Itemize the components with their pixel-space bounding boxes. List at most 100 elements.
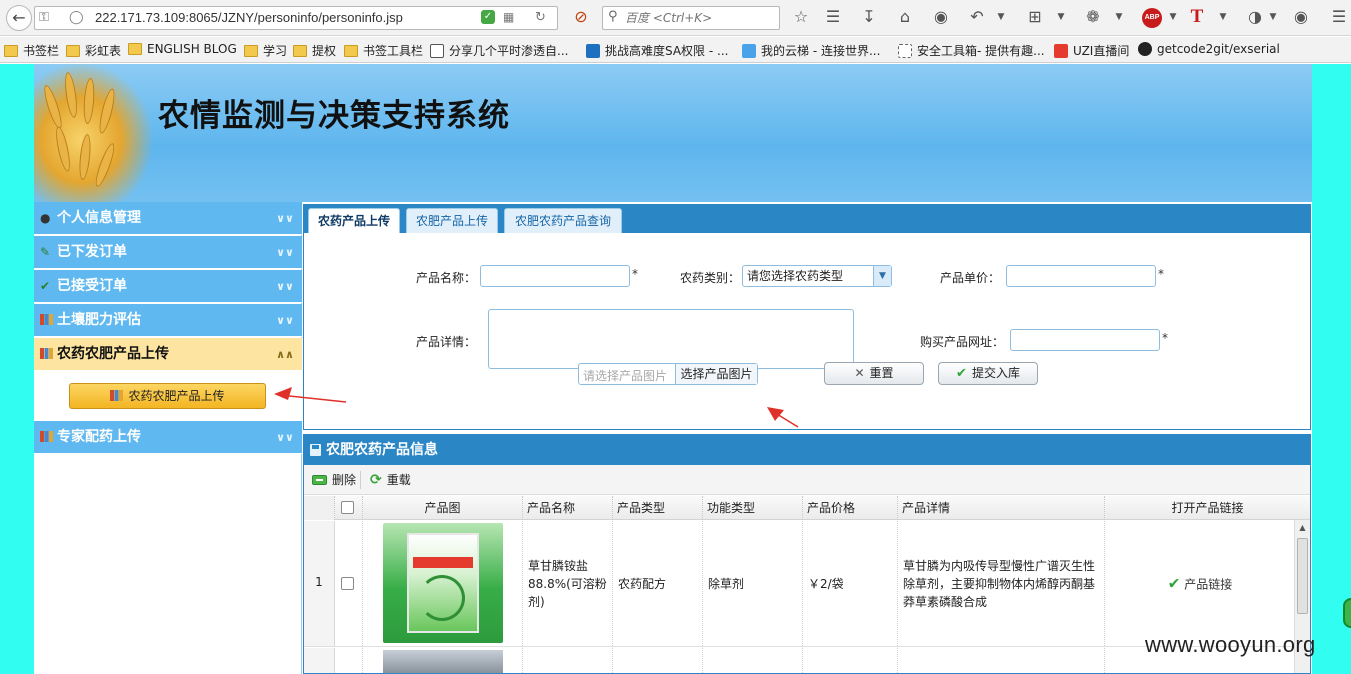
header-function-type[interactable]: 功能类型 (703, 496, 803, 520)
text-tool-icon[interactable]: T (1186, 6, 1208, 28)
chevron-down-icon[interactable]: ▼ (1212, 6, 1234, 28)
bookmark-folder[interactable]: 提权 (293, 42, 336, 59)
submit-button[interactable]: ✔ 提交入库 (938, 362, 1038, 385)
chevron-down-icon[interactable]: ▼ (1108, 6, 1130, 28)
function-type-cell: 除草剂 (703, 521, 803, 646)
sidebar-item-sent-orders[interactable]: ✎ 已下发订单 ∨∨ (34, 236, 302, 269)
reload-button[interactable]: ⟳ 重载 (370, 471, 411, 488)
tab-pesticide-upload[interactable]: 农药产品上传 (308, 208, 400, 233)
side-widget[interactable] (1343, 598, 1351, 628)
bookmark-link[interactable]: 挑战高难度SA权限 - ... (586, 42, 728, 59)
header-product-image[interactable]: 产品图 (363, 496, 523, 520)
bookmark-link[interactable]: 安全工具箱- 提供有趣... (898, 42, 1045, 59)
folder-icon (293, 44, 307, 57)
bookmarks-bar: 书签栏 彩虹表 ENGLISH BLOG 学习 提权 书签工具栏 分享几个平时渗… (0, 37, 1351, 63)
chevron-down-icon: ∨∨ (276, 314, 294, 327)
chevron-down-icon[interactable]: ▼ (1050, 6, 1072, 28)
upload-form-panel: 农药产品上传 农肥产品上传 农肥农药产品查询 产品名称： * 农药类别： 请您选… (303, 204, 1311, 430)
star-icon[interactable]: ☆ (790, 6, 812, 28)
bookmark-link[interactable]: 分享几个平时渗透自... (430, 42, 568, 59)
bar-chart-icon (40, 421, 54, 454)
download-icon[interactable]: ↧ (858, 6, 880, 28)
search-bar[interactable]: ⚲ (602, 6, 780, 30)
scroll-thumb[interactable] (1297, 538, 1308, 614)
shield-icon[interactable]: ✓ (481, 10, 495, 24)
header-rownum (304, 496, 335, 520)
folder-icon (66, 44, 80, 57)
header-product-price[interactable]: 产品价格 (803, 496, 898, 520)
menu-icon[interactable]: ☰ (1328, 6, 1350, 28)
reading-list-icon[interactable]: ☰ (822, 6, 844, 28)
choose-image-button[interactable]: 选择产品图片 (675, 364, 757, 384)
live-icon (1054, 43, 1068, 58)
home-icon[interactable]: ⌂ (894, 6, 916, 28)
header-product-detail[interactable]: 产品详情 (898, 496, 1105, 520)
purchase-url-input[interactable] (1010, 329, 1160, 351)
bookmark-link[interactable]: getcode2git/exserial (1138, 42, 1280, 56)
row-select-cell (335, 648, 363, 673)
bug-icon[interactable]: ❁ (1082, 6, 1104, 28)
user-icon: ● (40, 211, 51, 225)
table-row[interactable]: 1 草甘膦铵盐88.8%(可溶粉剂) 农药配方 除草剂 ￥2/袋 草甘膦为内吸传… (304, 521, 1294, 647)
category-select[interactable]: 请您选择农药类型 ▼ (742, 265, 892, 287)
sidebar-item-product-upload[interactable]: 农药农肥产品上传 ∧∧ (34, 338, 302, 371)
qrcode-icon[interactable]: ▦ (503, 10, 514, 24)
purchase-url-label: 购买产品网址： (919, 335, 1004, 349)
speech-bubble-icon[interactable]: ◉ (1290, 6, 1312, 28)
bookmark-folder[interactable]: 书签栏 (4, 42, 59, 59)
bar-chart-icon (40, 304, 54, 337)
tab-product-query[interactable]: 农肥农药产品查询 (504, 208, 622, 233)
grid-header: 产品图 产品名称 产品类型 功能类型 产品价格 产品详情 打开产品链接 (304, 496, 1310, 520)
sidebar-subpanel: 农药农肥产品上传 (34, 371, 302, 421)
row-checkbox[interactable] (341, 577, 354, 590)
product-name-cell: 草甘膦铵盐88.8%(可溶粉剂) (523, 521, 613, 646)
bookmark-link[interactable]: UZI直播间 (1054, 42, 1129, 59)
sidebar-item-received-orders[interactable]: ✔ 已接受订单 ∨∨ (34, 270, 302, 303)
tab-fertilizer-upload[interactable]: 农肥产品上传 (406, 208, 498, 233)
folder-icon (4, 44, 18, 57)
product-name-input[interactable] (480, 265, 630, 287)
chevron-down-icon[interactable]: ▼ (990, 6, 1012, 28)
product-detail-textarea[interactable] (488, 309, 854, 369)
back-button[interactable]: ← (6, 5, 32, 31)
bookmark-folder[interactable]: 学习 (244, 42, 287, 59)
image-file-picker[interactable]: 请选择产品图片 选择产品图片 (578, 363, 758, 385)
sidebar-item-personal-info[interactable]: ● 个人信息管理 ∨∨ (34, 202, 302, 235)
sidebar-item-soil-assessment[interactable]: 土壤肥力评估 ∨∨ (34, 304, 302, 337)
product-link-cell: ✔ 产品链接 (1105, 521, 1294, 646)
undo-icon[interactable]: ↶ (966, 6, 988, 28)
header-product-type[interactable]: 产品类型 (613, 496, 703, 520)
url-bar[interactable]: ⚿ ◯ 222.171.73.109:8065/JZNY/personinfo/… (34, 6, 558, 30)
select-all-checkbox[interactable] (341, 501, 354, 514)
product-link[interactable]: ✔ 产品链接 (1110, 574, 1290, 593)
header-select-all (335, 496, 363, 520)
block-icon[interactable]: ⊘ (570, 6, 592, 28)
header-product-link[interactable]: 打开产品链接 (1105, 496, 1310, 520)
header-product-name[interactable]: 产品名称 (523, 496, 613, 520)
sidebar-item-expert-upload[interactable]: 专家配药上传 ∨∨ (34, 421, 302, 454)
chevron-down-icon[interactable]: ▼ (1262, 6, 1284, 28)
crop-icon[interactable]: ⊞ (1024, 6, 1046, 28)
product-name-label: 产品名称： (415, 271, 476, 285)
check-icon: ✔ (956, 366, 967, 381)
scroll-up-icon[interactable]: ▲ (1295, 520, 1310, 536)
product-type-cell: 农药配方 (613, 521, 703, 646)
reset-button[interactable]: ✕ 重置 (824, 362, 924, 385)
bookmark-folder[interactable]: 书签工具栏 (344, 42, 423, 59)
chevron-down-icon[interactable]: ▼ (1162, 6, 1184, 28)
folder-icon (128, 43, 142, 55)
required-mark: * (632, 267, 638, 281)
unit-price-input[interactable] (1006, 265, 1156, 287)
bookmark-folder[interactable]: 彩虹表 (66, 42, 121, 59)
key-icon: ⚿ (39, 10, 49, 25)
bookmark-folder[interactable]: ENGLISH BLOG (128, 42, 237, 56)
delete-button[interactable]: 删除 (312, 471, 356, 488)
bookmark-link[interactable]: 我的云梯 - 连接世界... (742, 42, 880, 59)
search-input[interactable] (625, 10, 775, 26)
adblock-icon[interactable]: ABP (1142, 8, 1162, 28)
product-image (383, 650, 503, 673)
reload-icon[interactable]: ↻ (535, 10, 546, 25)
chat-icon[interactable]: ◉ (930, 6, 952, 28)
product-upload-button[interactable]: 农药农肥产品上传 (69, 383, 266, 409)
folder-icon (344, 44, 358, 57)
